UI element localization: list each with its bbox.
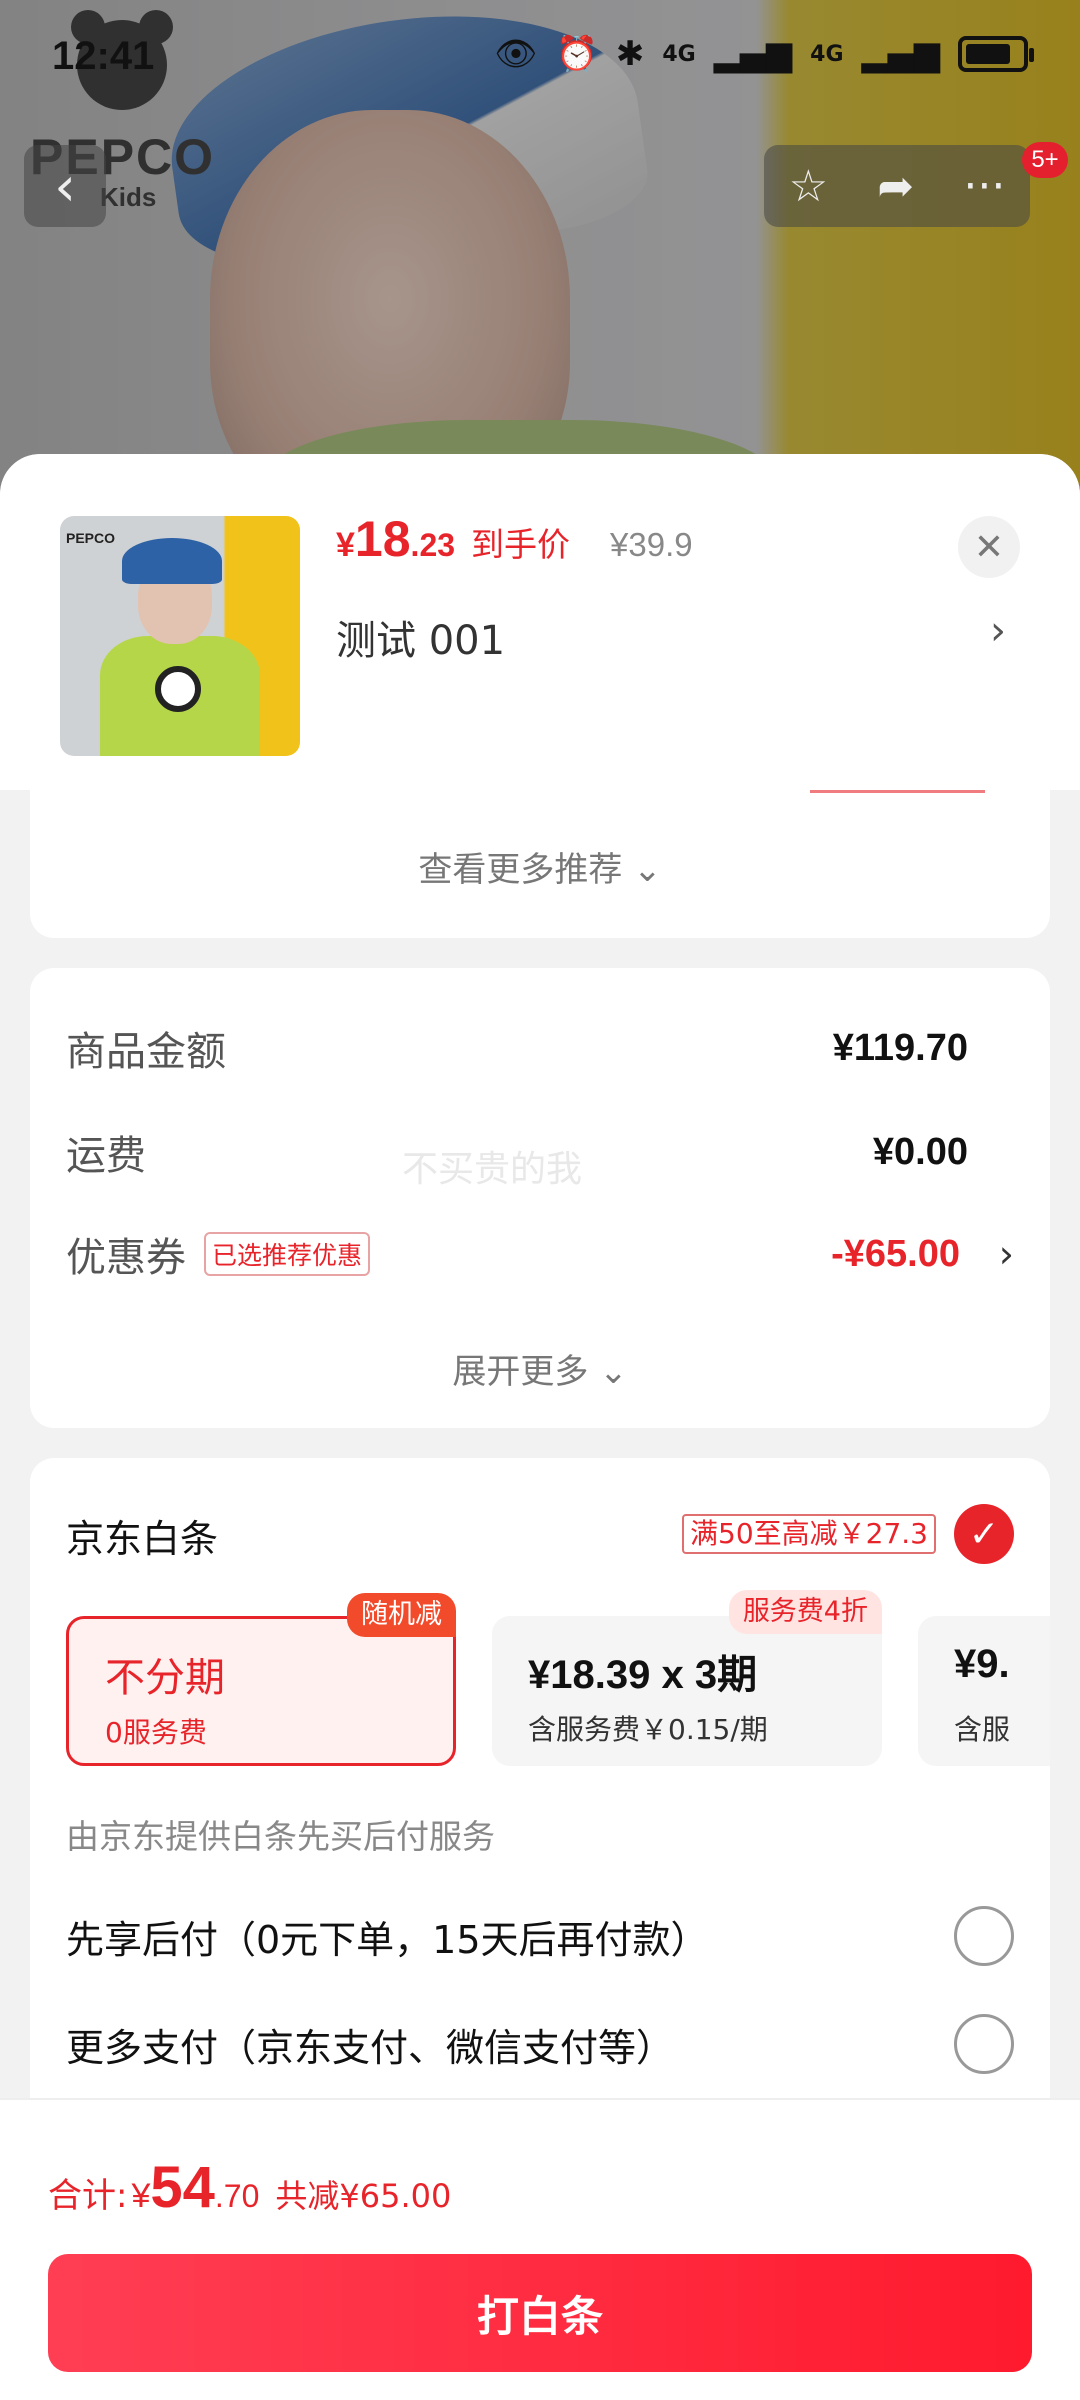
close-icon: ✕ xyxy=(973,526,1005,568)
status-bar: 12:41 👁 ⏰ ✱ 4G ▂▄▆ 4G ▂▄▆ xyxy=(0,0,1080,110)
plan-fee: 0服务费 xyxy=(105,1716,207,1749)
bluetooth-icon: ✱ xyxy=(615,34,645,74)
subtotal-value: ¥119.70 xyxy=(832,1026,968,1069)
plan-title: 不分期 xyxy=(105,1655,225,1701)
plan-badge: 服务费4折 xyxy=(728,1590,882,1634)
plan-title: ¥18.39 x 3期 xyxy=(528,1653,758,1697)
price-decimal: .23 xyxy=(410,527,456,563)
chevron-left-icon: ‹ xyxy=(54,154,76,218)
thumb-logo: PEPCO xyxy=(66,530,116,546)
installment-plan-3[interactable]: 服务费4折 ¥18.39 x 3期 含服务费￥0.15/期 xyxy=(492,1590,882,1766)
order-summary-card: 商品金额 ¥119.70 运费 ¥0.00 不买贵的我 优惠券 已选推荐优惠 -… xyxy=(30,968,1050,1428)
price-line: ¥ 18 .23 到手价 ¥39.9 xyxy=(336,510,693,568)
product-thumbnail[interactable]: PEPCO xyxy=(60,516,300,756)
total-integer: 54 xyxy=(150,2155,215,2220)
back-button[interactable]: ‹ xyxy=(24,145,106,227)
status-time: 12:41 xyxy=(52,34,155,78)
share-icon[interactable]: ➦ xyxy=(877,161,914,212)
plan-fee: 含服务费￥0.15/期 xyxy=(528,1713,768,1746)
sheet-header: PEPCO ¥ 18 .23 到手价 ¥39.9 ✕ 测试 001 › xyxy=(0,454,1080,790)
battery-icon xyxy=(958,36,1034,72)
chevron-right-icon[interactable]: › xyxy=(990,608,1006,654)
more-icon[interactable]: ··· xyxy=(963,161,1005,212)
eye-icon: 👁 xyxy=(494,34,538,74)
payment-promo-tag: 满50至高减￥27.3 xyxy=(682,1514,936,1554)
option-radio[interactable] xyxy=(954,2014,1014,2074)
plan-fee: 含服 xyxy=(954,1713,1011,1746)
option-label: 先享后付（0元下单，15天后再付款） xyxy=(66,1917,709,1962)
payment-note: 由京东提供白条先买后付服务 xyxy=(66,1817,495,1856)
signal-2-label: 4G xyxy=(810,41,844,67)
submit-button[interactable]: 打白条 xyxy=(48,2254,1032,2372)
total-decimal: .70 xyxy=(214,2178,260,2214)
favorite-icon[interactable]: ☆ xyxy=(789,161,828,212)
subtotal-label: 商品金额 xyxy=(66,1029,226,1075)
expand-more[interactable]: 展开更多 ⌄ xyxy=(30,1344,1050,1393)
total-currency: ¥ xyxy=(131,2177,151,2215)
close-button[interactable]: ✕ xyxy=(958,516,1020,578)
signal-1-icon: ▂▄▆ xyxy=(713,34,793,74)
installment-plan-none[interactable]: 随机减 不分期 0服务费 xyxy=(66,1593,456,1766)
installment-plan-6[interactable]: ¥9. 含服 xyxy=(918,1616,1050,1766)
summary-row-coupon[interactable]: 优惠券 已选推荐优惠 -¥65.00 › xyxy=(66,1224,1014,1284)
alarm-icon: ⏰ xyxy=(555,34,598,74)
sku-selector[interactable]: 测试 001 xyxy=(336,608,505,666)
checkout-footer: 合计: ¥ 54 .70 共减¥65.00 打白条 xyxy=(0,2098,1080,2400)
original-price: ¥39.9 xyxy=(610,526,693,563)
check-icon: ✓ xyxy=(968,1513,1000,1555)
plan-title: ¥9. xyxy=(954,1642,1010,1686)
coupon-tag: 已选推荐优惠 xyxy=(204,1232,371,1276)
option-label: 更多支付（京东支付、微信支付等） xyxy=(66,2025,675,2070)
option-radio[interactable] xyxy=(954,1906,1014,1966)
message-badge: 5+ xyxy=(1022,142,1068,178)
total-savings: 共减¥65.00 xyxy=(275,2177,452,2215)
status-icons: 👁 ⏰ ✱ 4G ▂▄▆ 4G ▂▄▆ xyxy=(494,34,1034,74)
checkout-sheet: PEPCO ¥ 18 .23 到手价 ¥39.9 ✕ 测试 001 › 查看更多… xyxy=(0,454,1080,2400)
order-total: 合计: ¥ 54 .70 共减¥65.00 xyxy=(48,2154,451,2221)
coupon-label: 优惠券 xyxy=(66,1235,186,1281)
option-pay-later[interactable]: 先享后付（0元下单，15天后再付款） xyxy=(66,1906,1014,1966)
chevron-right-icon: › xyxy=(998,1232,1014,1276)
watermark-text: 不买贵的我 xyxy=(402,1149,583,1190)
view-more-recommend[interactable]: 查看更多推荐 ⌄ xyxy=(30,842,1050,891)
recommend-peek xyxy=(810,790,985,793)
thumb-cap xyxy=(122,538,222,584)
price-tag: 到手价 xyxy=(471,525,571,564)
plan-badge: 随机减 xyxy=(347,1593,456,1637)
payment-card: 京东白条 满50至高减￥27.3 ✓ 随机减 不分期 0服务费 服务费4折 ¥1… xyxy=(30,1458,1050,2098)
payment-title: 京东白条 xyxy=(66,1517,219,1561)
coupon-value: -¥65.00 xyxy=(831,1232,960,1275)
price-currency: ¥ xyxy=(336,526,355,564)
total-label: 合计: xyxy=(48,2176,128,2216)
summary-row-subtotal: 商品金额 ¥119.70 xyxy=(66,1018,1014,1078)
signal-2-icon: ▂▄▆ xyxy=(861,34,940,74)
shipping-label: 运费 xyxy=(66,1133,146,1179)
payment-selected-check[interactable]: ✓ xyxy=(954,1504,1014,1564)
option-more-payment[interactable]: 更多支付（京东支付、微信支付等） xyxy=(66,2014,1014,2074)
recommend-card: 查看更多推荐 ⌄ xyxy=(30,790,1050,938)
signal-1-label: 4G xyxy=(662,41,696,67)
thumb-panda xyxy=(155,666,201,712)
shipping-value: ¥0.00 xyxy=(872,1130,968,1173)
price-integer: 18 xyxy=(354,511,411,567)
top-action-group: ☆ ➦ ··· xyxy=(764,145,1030,227)
